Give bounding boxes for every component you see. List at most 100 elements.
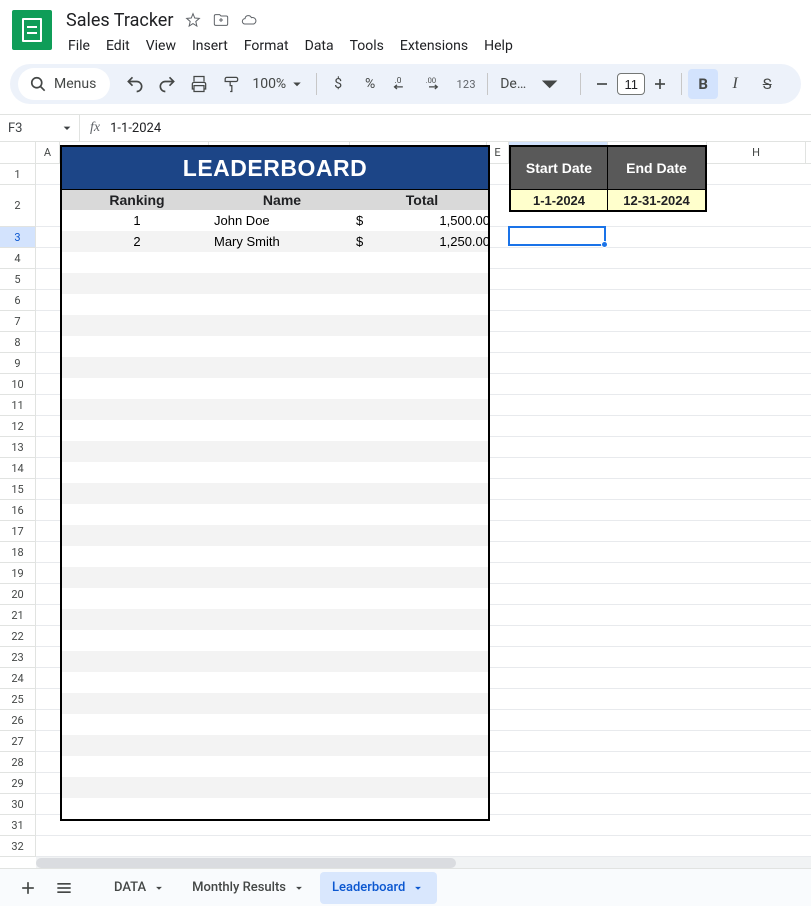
leaderboard-row[interactable]: 2Mary Smith$1,250.00 <box>62 231 488 252</box>
more-formats-button[interactable]: 123 <box>451 69 481 99</box>
leaderboard-row-empty[interactable] <box>62 735 488 756</box>
column-header-A[interactable]: A <box>36 142 60 163</box>
column-header-E[interactable]: E <box>487 142 509 163</box>
leaderboard-row[interactable]: 1John Doe$1,500.00 <box>62 210 488 231</box>
leaderboard-row-empty[interactable] <box>62 630 488 651</box>
row-header-25[interactable]: 25 <box>0 689 36 710</box>
spreadsheet-grid[interactable]: ABCDEFGH 1234567891011121314151617181920… <box>0 142 811 866</box>
column-header-H[interactable]: H <box>707 142 806 163</box>
strikethrough-button[interactable]: S <box>752 69 782 99</box>
all-sheets-button[interactable] <box>46 872 82 904</box>
row-header-5[interactable]: 5 <box>0 269 36 290</box>
row-header-20[interactable]: 20 <box>0 584 36 605</box>
search-menus[interactable]: Menus <box>18 68 110 100</box>
horizontal-scrollbar[interactable] <box>36 856 811 868</box>
leaderboard-row-empty[interactable] <box>62 756 488 777</box>
row-header-4[interactable]: 4 <box>0 248 36 269</box>
currency-format-button[interactable]: $ <box>323 69 353 99</box>
leaderboard-row-empty[interactable] <box>62 609 488 630</box>
menu-tools[interactable]: Tools <box>342 34 392 58</box>
row-header-31[interactable]: 31 <box>0 815 36 836</box>
font-size-input[interactable] <box>617 73 645 95</box>
sheet-tab-data[interactable]: DATA <box>102 872 178 904</box>
row-header-32[interactable]: 32 <box>0 836 36 857</box>
leaderboard-row-empty[interactable] <box>62 252 488 273</box>
percent-format-button[interactable]: % <box>355 69 385 99</box>
font-family-dropdown[interactable]: Defaul... <box>494 65 574 102</box>
print-button[interactable] <box>184 69 214 99</box>
menu-file[interactable]: File <box>60 34 98 58</box>
leaderboard-row-empty[interactable] <box>62 399 488 420</box>
row-header-3[interactable]: 3 <box>0 227 36 248</box>
document-title[interactable]: Sales Tracker <box>60 10 179 31</box>
start-date-cell[interactable]: 1-1-2024 <box>511 190 608 210</box>
row-header-14[interactable]: 14 <box>0 458 36 479</box>
row-header-17[interactable]: 17 <box>0 521 36 542</box>
row-header-28[interactable]: 28 <box>0 752 36 773</box>
row-header-6[interactable]: 6 <box>0 290 36 311</box>
row-header-27[interactable]: 27 <box>0 731 36 752</box>
leaderboard-row-empty[interactable] <box>62 588 488 609</box>
increase-decimal-button[interactable]: .00 <box>419 69 449 99</box>
leaderboard-row-empty[interactable] <box>62 378 488 399</box>
formula-input[interactable]: 1-1-2024 <box>110 121 161 136</box>
move-icon[interactable] <box>207 6 235 34</box>
leaderboard-row-empty[interactable] <box>62 357 488 378</box>
sheet-tab-monthly-results[interactable]: Monthly Results <box>180 872 318 904</box>
increase-font-button[interactable] <box>645 69 675 99</box>
star-icon[interactable] <box>179 6 207 34</box>
row-header-21[interactable]: 21 <box>0 605 36 626</box>
leaderboard-row-empty[interactable] <box>62 441 488 462</box>
leaderboard-row-empty[interactable] <box>62 273 488 294</box>
row-header-7[interactable]: 7 <box>0 311 36 332</box>
leaderboard-row-empty[interactable] <box>62 504 488 525</box>
add-sheet-button[interactable] <box>10 872 46 904</box>
leaderboard-row-empty[interactable] <box>62 567 488 588</box>
row-header-29[interactable]: 29 <box>0 773 36 794</box>
row-header-18[interactable]: 18 <box>0 542 36 563</box>
sheets-logo[interactable] <box>12 10 52 50</box>
leaderboard-row-empty[interactable] <box>62 714 488 735</box>
row-header-8[interactable]: 8 <box>0 332 36 353</box>
menu-insert[interactable]: Insert <box>184 34 236 58</box>
row-header-30[interactable]: 30 <box>0 794 36 815</box>
menu-help[interactable]: Help <box>476 34 521 58</box>
row-header-13[interactable]: 13 <box>0 437 36 458</box>
decrease-decimal-button[interactable]: .0 <box>387 69 417 99</box>
leaderboard-row-empty[interactable] <box>62 693 488 714</box>
row-header-23[interactable]: 23 <box>0 647 36 668</box>
name-box[interactable]: F3 <box>0 115 80 141</box>
select-all-corner[interactable] <box>0 142 36 163</box>
redo-button[interactable] <box>152 69 182 99</box>
leaderboard-row-empty[interactable] <box>62 336 488 357</box>
leaderboard-row-empty[interactable] <box>62 420 488 441</box>
row-header-16[interactable]: 16 <box>0 500 36 521</box>
row-header-11[interactable]: 11 <box>0 395 36 416</box>
italic-button[interactable]: I <box>720 69 750 99</box>
row-header-12[interactable]: 12 <box>0 416 36 437</box>
undo-button[interactable] <box>120 69 150 99</box>
leaderboard-row-empty[interactable] <box>62 315 488 336</box>
row-header-22[interactable]: 22 <box>0 626 36 647</box>
leaderboard-row-empty[interactable] <box>62 546 488 567</box>
leaderboard-row-empty[interactable] <box>62 294 488 315</box>
leaderboard-row-empty[interactable] <box>62 651 488 672</box>
leaderboard-row-empty[interactable] <box>62 672 488 693</box>
row-header-9[interactable]: 9 <box>0 353 36 374</box>
zoom-dropdown[interactable]: 100% <box>248 75 310 93</box>
leaderboard-row-empty[interactable] <box>62 483 488 504</box>
bold-button[interactable]: B <box>688 69 718 99</box>
menu-edit[interactable]: Edit <box>98 34 138 58</box>
sheet-tab-leaderboard[interactable]: Leaderboard <box>320 872 437 904</box>
row-header-10[interactable]: 10 <box>0 374 36 395</box>
row-header-2[interactable]: 2 <box>0 185 36 227</box>
row-header-19[interactable]: 19 <box>0 563 36 584</box>
leaderboard-row-empty[interactable] <box>62 462 488 483</box>
end-date-cell[interactable]: 12-31-2024 <box>608 190 705 210</box>
leaderboard-row-empty[interactable] <box>62 798 488 819</box>
leaderboard-row-empty[interactable] <box>62 777 488 798</box>
menu-data[interactable]: Data <box>297 34 342 58</box>
paint-format-button[interactable] <box>216 69 246 99</box>
decrease-font-button[interactable] <box>587 69 617 99</box>
row-header-26[interactable]: 26 <box>0 710 36 731</box>
